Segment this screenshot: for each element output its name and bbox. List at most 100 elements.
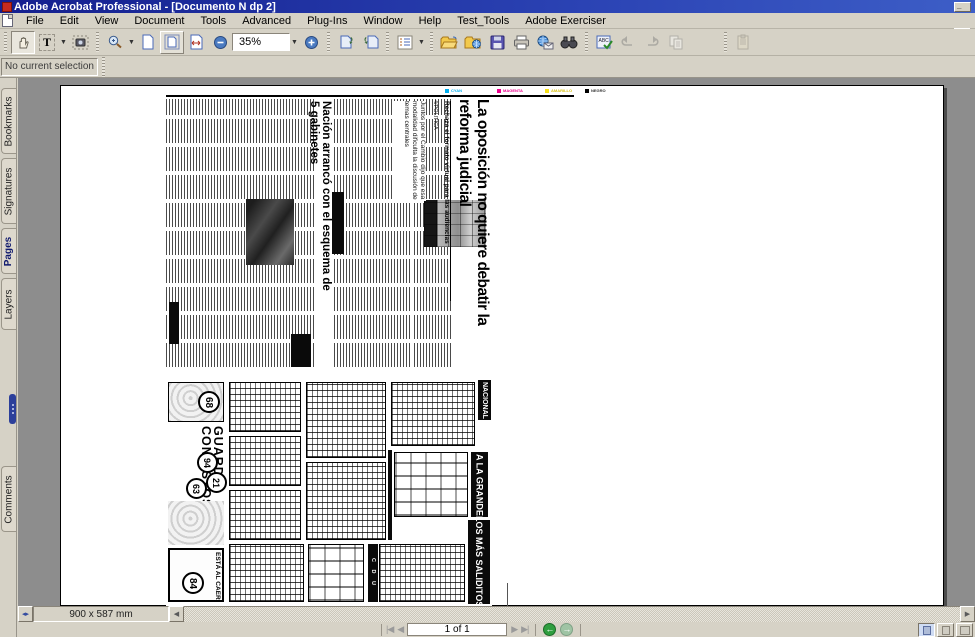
open-web-page-button[interactable]: [461, 31, 485, 54]
tab-comments[interactable]: Comments: [1, 466, 16, 532]
previous-page-button[interactable]: ◀: [397, 624, 403, 635]
toolbar-grip[interactable]: [724, 32, 727, 52]
fit-page-button[interactable]: [160, 31, 184, 54]
next-view-button[interactable]: [358, 31, 382, 54]
save-button[interactable]: [485, 31, 509, 54]
fit-width-button[interactable]: [184, 31, 208, 54]
color-mark-amarillo: AMARILLO: [545, 88, 572, 93]
menu-tools[interactable]: Tools: [193, 14, 235, 28]
toolbar-grip[interactable]: [4, 32, 7, 52]
zoom-in-button[interactable]: [299, 31, 323, 54]
previous-view-button[interactable]: [334, 31, 358, 54]
menu-help[interactable]: Help: [411, 14, 450, 28]
toolbar-grip[interactable]: [327, 32, 330, 52]
lottery-number-circle: 94: [197, 452, 218, 473]
tab-bookmarks[interactable]: Bookmarks: [1, 88, 16, 154]
tab-signatures[interactable]: Signatures: [1, 158, 16, 224]
menu-plugins[interactable]: Plug-Ins: [299, 14, 355, 28]
menu-file[interactable]: File: [18, 14, 52, 28]
snapshot-tool-button[interactable]: [68, 31, 92, 54]
menu-edit[interactable]: Edit: [52, 14, 87, 28]
page-size-display: 900 x 587 mm: [33, 606, 169, 622]
rule-bar: [388, 450, 392, 540]
results-table: [306, 382, 386, 458]
first-page-button[interactable]: |◀: [386, 624, 393, 635]
page-list-icon: [397, 35, 413, 50]
window-title: Adobe Acrobat Professional - [Documento …: [14, 1, 276, 13]
copy-button[interactable]: [664, 31, 688, 54]
promo-black-box: [291, 334, 311, 367]
next-page-button[interactable]: ▶: [511, 624, 517, 635]
toolbar-grip[interactable]: [585, 32, 588, 52]
redo-button[interactable]: [640, 31, 664, 54]
undo-button[interactable]: [616, 31, 640, 54]
menu-adobe-exerciser[interactable]: Adobe Exerciser: [517, 14, 614, 28]
email-button[interactable]: [533, 31, 557, 54]
menu-advanced[interactable]: Advanced: [234, 14, 299, 28]
redo-icon: [644, 35, 660, 49]
cartoon-illustration: [168, 501, 224, 545]
menu-document[interactable]: Document: [126, 14, 192, 28]
zoom-level-dropdown[interactable]: ▼: [290, 31, 299, 54]
zoom-tool-icon: [107, 34, 123, 50]
pane-splitter-handle[interactable]: [9, 394, 16, 424]
print-button[interactable]: [509, 31, 533, 54]
page-list-button[interactable]: [393, 31, 417, 54]
last-page-button[interactable]: ▶|: [521, 624, 528, 635]
main-headline: La oposición no quiere debatir la reform…: [454, 99, 491, 367]
fit-page-icon: [164, 34, 180, 50]
text-select-tool-button[interactable]: T: [35, 31, 59, 54]
zoom-out-button[interactable]: [208, 31, 232, 54]
toolbar-grip[interactable]: [96, 32, 99, 52]
document-icon: [2, 14, 13, 27]
toggle-pane-button[interactable]: ◂▸: [18, 606, 33, 622]
search-button[interactable]: [557, 31, 581, 54]
open-button[interactable]: [437, 31, 461, 54]
facing-layout-button[interactable]: [956, 623, 973, 637]
section-bar: [169, 302, 179, 344]
tab-pages[interactable]: Pages: [1, 228, 16, 274]
clipboard-button[interactable]: [731, 31, 755, 54]
toolbar-grip[interactable]: [430, 32, 433, 52]
hand-tool-button[interactable]: [11, 31, 35, 54]
scroll-right-button[interactable]: ▶: [960, 606, 975, 622]
selection-bar: No current selection: [0, 56, 975, 78]
horizontal-scrollbar-track[interactable]: [184, 606, 960, 622]
horizontal-scroll-row: ◂▸ 900 x 587 mm ◀ ▶: [18, 606, 975, 622]
table-header-a-la-grande: A LA GRANDE: [471, 452, 488, 517]
menu-test-tools[interactable]: Test_Tools: [449, 14, 517, 28]
selection-status: No current selection: [1, 58, 98, 76]
hand-icon: [15, 34, 31, 50]
document-pane[interactable]: CYAN MAGENTA AMARILLO NEGRO: [18, 78, 975, 637]
continuous-layout-button[interactable]: [937, 623, 954, 637]
zoom-level-value: 35%: [239, 36, 261, 48]
tab-layers[interactable]: Layers: [1, 278, 16, 330]
lottery-number-circle: 21: [206, 472, 227, 493]
cut-mark: [507, 583, 508, 606]
zoom-tool-button[interactable]: [103, 31, 127, 54]
menu-window[interactable]: Window: [355, 14, 410, 28]
text-select-dropdown[interactable]: ▼: [59, 31, 68, 54]
single-page-layout-button[interactable]: [918, 623, 935, 637]
minimize-button[interactable]: _: [954, 2, 971, 12]
selection-bar-grip[interactable]: [102, 57, 105, 77]
lottery-number-circle: 68: [198, 391, 220, 413]
actual-size-button[interactable]: [136, 31, 160, 54]
page-number-box[interactable]: 1 of 1: [407, 623, 507, 636]
next-view-history-button[interactable]: →: [560, 623, 573, 636]
page-list-dropdown[interactable]: ▼: [417, 31, 426, 54]
toolbar-grip[interactable]: [386, 32, 389, 52]
spellcheck-icon: ABC: [596, 34, 613, 50]
results-table: [379, 544, 465, 602]
scroll-left-button[interactable]: ◀: [169, 606, 184, 622]
spellcheck-button[interactable]: ABC: [592, 31, 616, 54]
menu-view[interactable]: View: [87, 14, 127, 28]
copy-icon: [668, 35, 684, 50]
color-mark-negro: NEGRO: [585, 88, 606, 93]
zoom-level-combo[interactable]: 35%: [232, 33, 290, 51]
status-bar: |◀ ◀ 1 of 1 ▶ ▶| ← →: [18, 622, 975, 637]
zoom-tool-dropdown[interactable]: ▼: [127, 31, 136, 54]
document-page[interactable]: CYAN MAGENTA AMARILLO NEGRO: [60, 85, 944, 606]
previous-view-history-button[interactable]: ←: [543, 623, 556, 636]
title-bar: Adobe Acrobat Professional - [Documento …: [0, 0, 975, 13]
